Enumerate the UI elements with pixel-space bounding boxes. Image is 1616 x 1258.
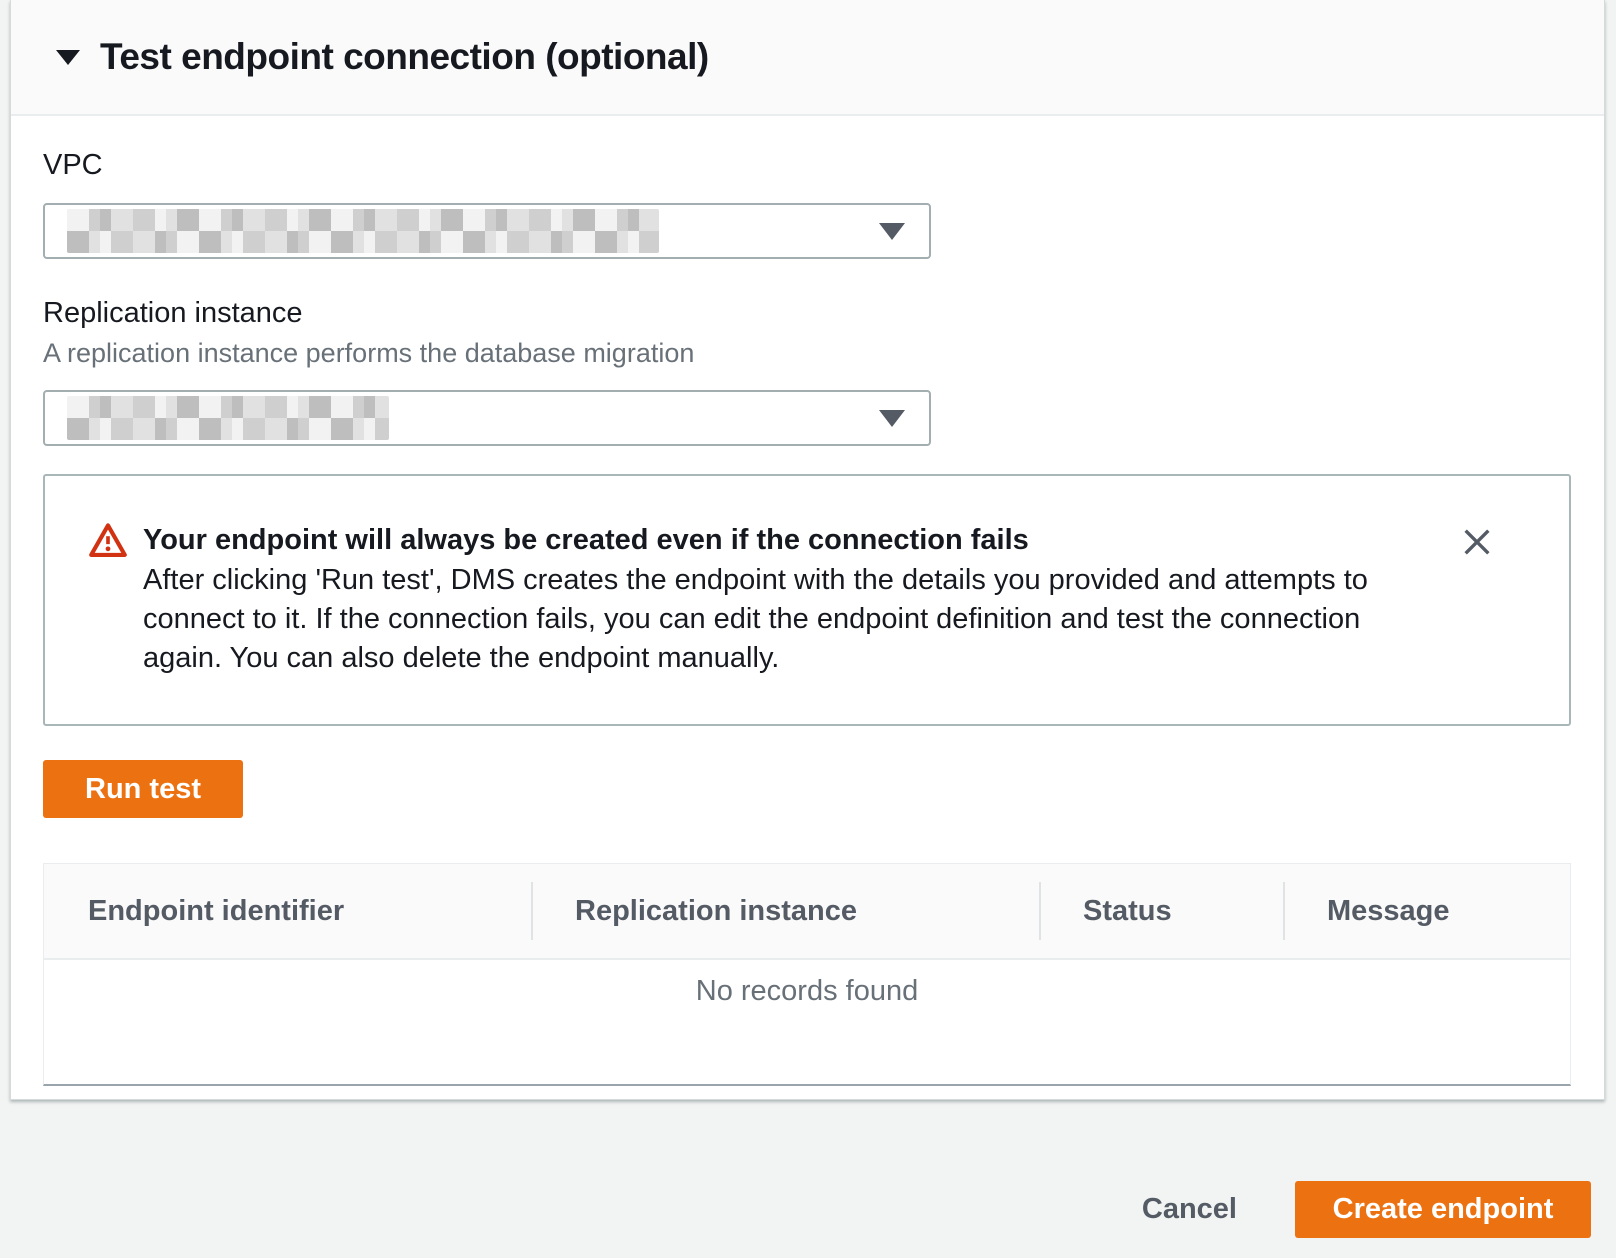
replication-instance-dropdown-arrow-icon [879,410,905,427]
cancel-button[interactable]: Cancel [1142,1181,1237,1238]
connection-results-table: Endpoint identifier Replication instance… [43,863,1571,1086]
column-header-message: Message [1283,864,1570,958]
replication-instance-select-value-redacted [67,396,389,440]
column-header-endpoint-identifier: Endpoint identifier [44,864,531,958]
section-content: VPC Replication instance A replication i… [11,116,1604,1086]
test-endpoint-connection-panel: Test endpoint connection (optional) VPC … [10,0,1605,1100]
vpc-dropdown-arrow-icon [879,223,905,240]
column-header-status: Status [1039,864,1283,958]
replication-instance-description: A replication instance performs the data… [43,338,1569,369]
warning-body: After clicking 'Run test', DMS creates t… [143,561,1443,678]
section-header[interactable]: Test endpoint connection (optional) [11,0,1604,116]
section-title: Test endpoint connection (optional) [100,36,709,78]
warning-text: Your endpoint will always be created eve… [143,520,1443,724]
collapse-caret-icon[interactable] [56,50,80,65]
table-empty-state: No records found [44,960,1570,1084]
create-endpoint-button[interactable]: Create endpoint [1295,1181,1591,1238]
no-records-message: No records found [696,975,918,1007]
vpc-label: VPC [43,116,1569,182]
column-header-replication-instance: Replication instance [531,864,1039,958]
warning-triangle-icon [89,522,127,724]
replication-instance-select[interactable] [43,390,931,446]
vpc-select-value-redacted [67,209,659,253]
warning-alert: Your endpoint will always be created eve… [43,474,1571,726]
warning-title: Your endpoint will always be created eve… [143,520,1443,560]
vpc-select[interactable] [43,203,931,259]
table-header-row: Endpoint identifier Replication instance… [44,864,1570,960]
run-test-button[interactable]: Run test [43,760,243,818]
close-icon[interactable] [1455,520,1499,564]
replication-instance-label: Replication instance [43,259,1569,330]
